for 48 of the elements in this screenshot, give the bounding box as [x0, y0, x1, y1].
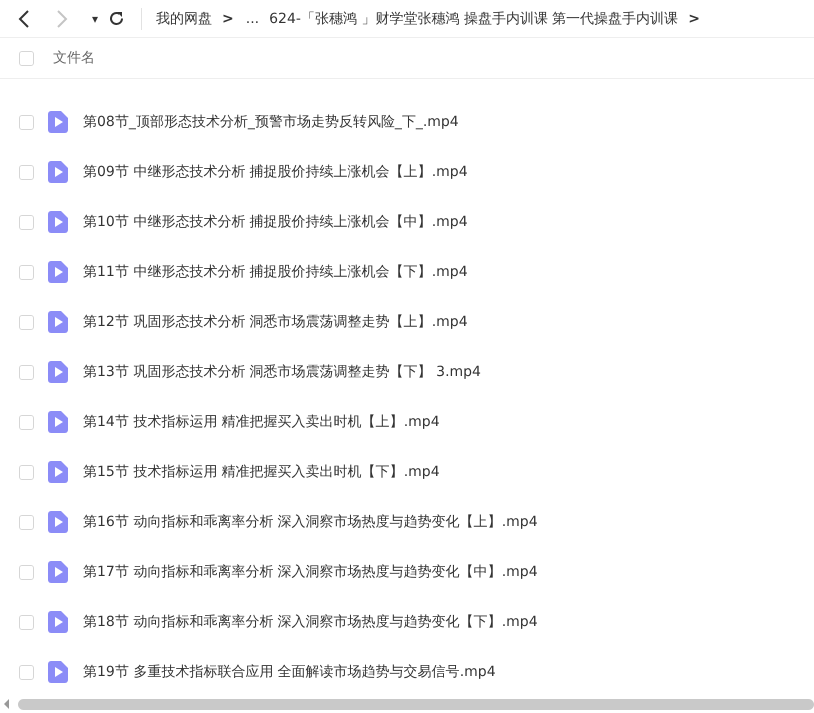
file-name[interactable]: 第12节 巩固形态技术分析 洞悉市场震荡调整走势【上】.mp4 — [83, 313, 468, 331]
breadcrumb-item[interactable]: 我的网盘 — [156, 10, 212, 28]
video-file-icon — [48, 661, 68, 683]
video-file-icon — [48, 461, 68, 483]
checkbox[interactable] — [19, 414, 34, 430]
file-name[interactable]: 第13节 巩固形态技术分析 洞悉市场震荡调整走势【下】 3.mp4 — [83, 363, 481, 381]
breadcrumb-item[interactable]: ... — [246, 10, 260, 26]
video-file-icon — [48, 411, 68, 433]
checkbox[interactable] — [19, 364, 34, 380]
video-file-icon — [48, 361, 68, 383]
checkbox[interactable] — [19, 164, 34, 180]
file-name[interactable]: 第18节 动向指标和乖离率分析 深入洞察市场热度与趋势变化【下】.mp4 — [83, 613, 538, 631]
checkbox[interactable] — [19, 264, 34, 280]
checkbox[interactable] — [19, 514, 34, 530]
checkbox[interactable] — [19, 464, 34, 480]
video-file-icon — [48, 611, 68, 633]
refresh-icon[interactable] — [108, 10, 126, 27]
checkbox[interactable] — [19, 214, 34, 230]
checkbox[interactable] — [19, 50, 34, 66]
chevron-separator: > — [688, 10, 700, 26]
scrollbar-thumb[interactable] — [18, 698, 814, 710]
video-file-icon — [48, 311, 68, 333]
video-file-icon — [48, 261, 68, 283]
file-name[interactable]: 第17节 动向指标和乖离率分析 深入洞察市场热度与趋势变化【中】.mp4 — [83, 563, 538, 581]
file-name[interactable]: 第15节 技术指标运用 精准把握买入卖出时机【下】.mp4 — [83, 463, 440, 481]
video-file-icon — [48, 211, 68, 233]
dropdown-caret[interactable]: ▾ — [92, 12, 98, 26]
checkbox[interactable] — [19, 664, 34, 680]
video-file-icon — [48, 161, 68, 183]
breadcrumb-item[interactable]: 624-「张穗鸿 」财学堂张穗鸿 操盘手内训课 第一代操盘手内训课 — [269, 10, 678, 28]
file-name[interactable]: 第10节 中继形态技术分析 捕捉股价持续上涨机会【中】.mp4 — [83, 213, 468, 231]
checkbox[interactable] — [19, 564, 34, 580]
video-file-icon — [48, 511, 68, 533]
checkbox[interactable] — [19, 614, 34, 630]
file-name[interactable]: 第14节 技术指标运用 精准把握买入卖出时机【上】.mp4 — [83, 413, 440, 431]
file-name[interactable]: 第11节 中继形态技术分析 捕捉股价持续上涨机会【下】.mp4 — [83, 263, 468, 281]
file-name[interactable]: 第19节 多重技术指标联合应用 全面解读市场趋势与交易信号.mp4 — [83, 663, 496, 681]
checkbox[interactable] — [19, 314, 34, 330]
checkbox[interactable] — [19, 114, 34, 130]
video-file-icon — [48, 561, 68, 583]
file-name[interactable]: 第08节_顶部形态技术分析_预警市场走势反转风险_下_.mp4 — [83, 113, 459, 131]
chevron-separator: > — [222, 10, 234, 26]
column-header[interactable]: 文件名 — [53, 49, 95, 67]
video-file-icon — [48, 111, 68, 133]
back-icon[interactable] — [18, 10, 30, 28]
scroll-left-icon[interactable] — [3, 699, 11, 709]
file-name[interactable]: 第09节 中继形态技术分析 捕捉股价持续上涨机会【上】.mp4 — [83, 163, 468, 181]
file-name[interactable]: 第16节 动向指标和乖离率分析 深入洞察市场热度与趋势变化【上】.mp4 — [83, 513, 538, 531]
